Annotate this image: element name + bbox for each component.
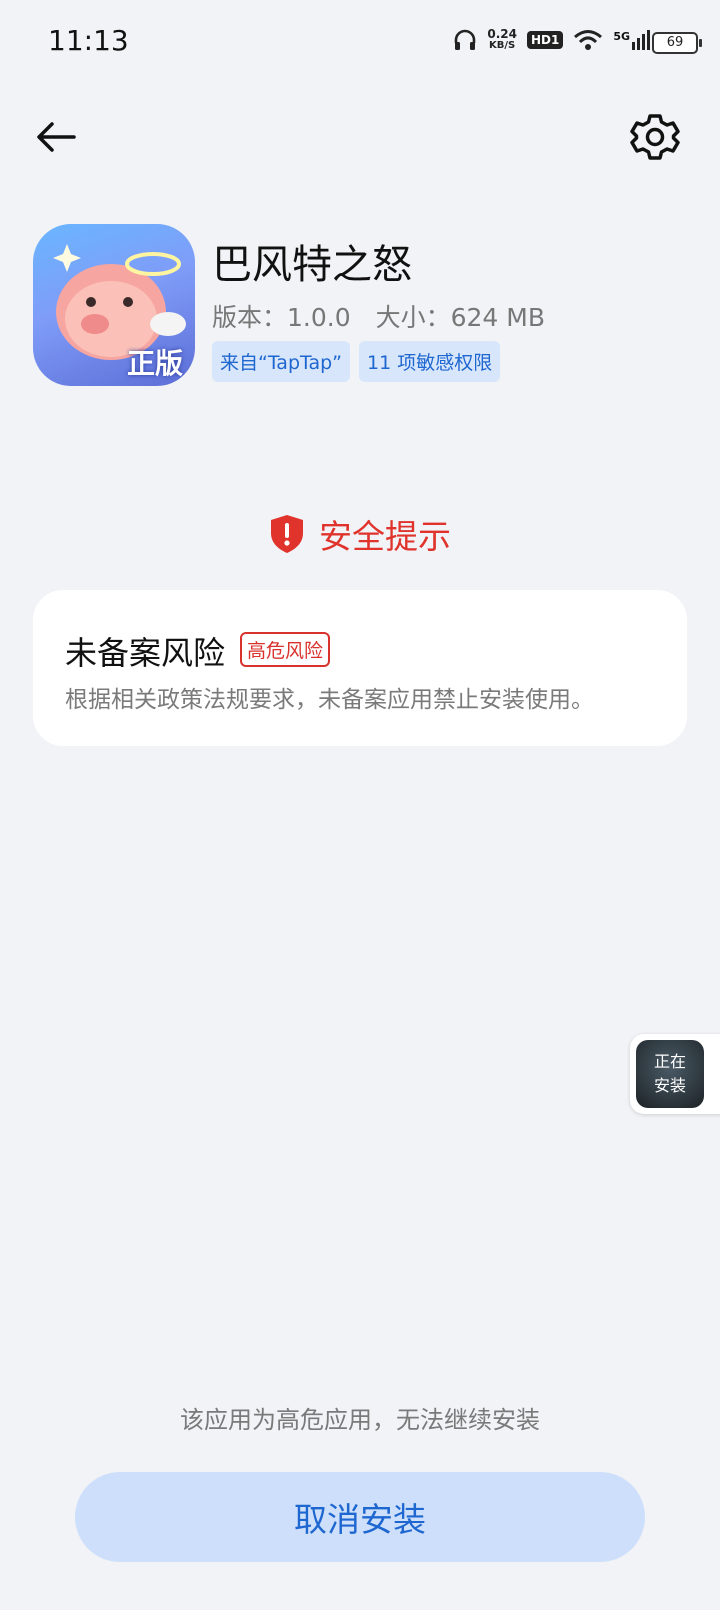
gear-icon: [630, 114, 680, 160]
arrow-left-icon: [37, 122, 76, 152]
network-label: 5G: [613, 30, 630, 43]
app-tags: 来自“TapTap” 11 项敏感权限: [212, 341, 501, 382]
app-meta: 版本：1.0.0 大小：624 MB: [212, 303, 545, 332]
cancel-install-button[interactable]: 取消安装: [75, 1472, 645, 1562]
security-warning-header: 安全提示: [0, 510, 720, 558]
net-speed: 0.24 KB/S: [487, 28, 517, 52]
app-icon-badge: 正版: [126, 347, 183, 380]
risk-level-badge: 高危风险: [240, 632, 331, 667]
net-speed-value: 0.24: [487, 27, 517, 41]
signal-icon: 5G: [613, 30, 650, 50]
wifi-icon: [574, 30, 603, 50]
installing-float[interactable]: 正在 安装: [630, 1034, 720, 1114]
permissions-tag[interactable]: 11 项敏感权限: [359, 341, 501, 382]
app-name: 巴风特之怒: [212, 242, 412, 288]
battery-icon: 69: [652, 32, 702, 54]
risk-card: 未备案风险 高危风险 根据相关政策法规要求，未备案应用禁止安装使用。: [33, 590, 687, 746]
installing-chip[interactable]: 正在 安装: [636, 1040, 704, 1108]
net-speed-unit: KB/S: [489, 40, 516, 51]
risk-title: 未备案风险: [65, 634, 226, 672]
shield-alert-icon: [271, 515, 303, 553]
installing-line1: 正在: [653, 1052, 686, 1071]
risk-description: 根据相关政策法规要求，未备案应用禁止安装使用。: [65, 687, 594, 713]
back-button[interactable]: [32, 112, 82, 162]
status-time: 11:13: [48, 24, 129, 57]
app-icon: 正版: [33, 224, 195, 386]
headphones-icon: [455, 29, 476, 50]
settings-button[interactable]: [628, 110, 682, 164]
bottom-note: 该应用为高危应用，无法继续安装: [180, 1406, 540, 1434]
hd-badge: HD1: [526, 31, 564, 49]
status-icons: 0.24 KB/S HD1 5G: [453, 28, 650, 52]
source-tag[interactable]: 来自“TapTap”: [212, 341, 351, 382]
installing-line2: 安装: [653, 1076, 686, 1095]
security-warning-title: 安全提示: [319, 517, 451, 556]
